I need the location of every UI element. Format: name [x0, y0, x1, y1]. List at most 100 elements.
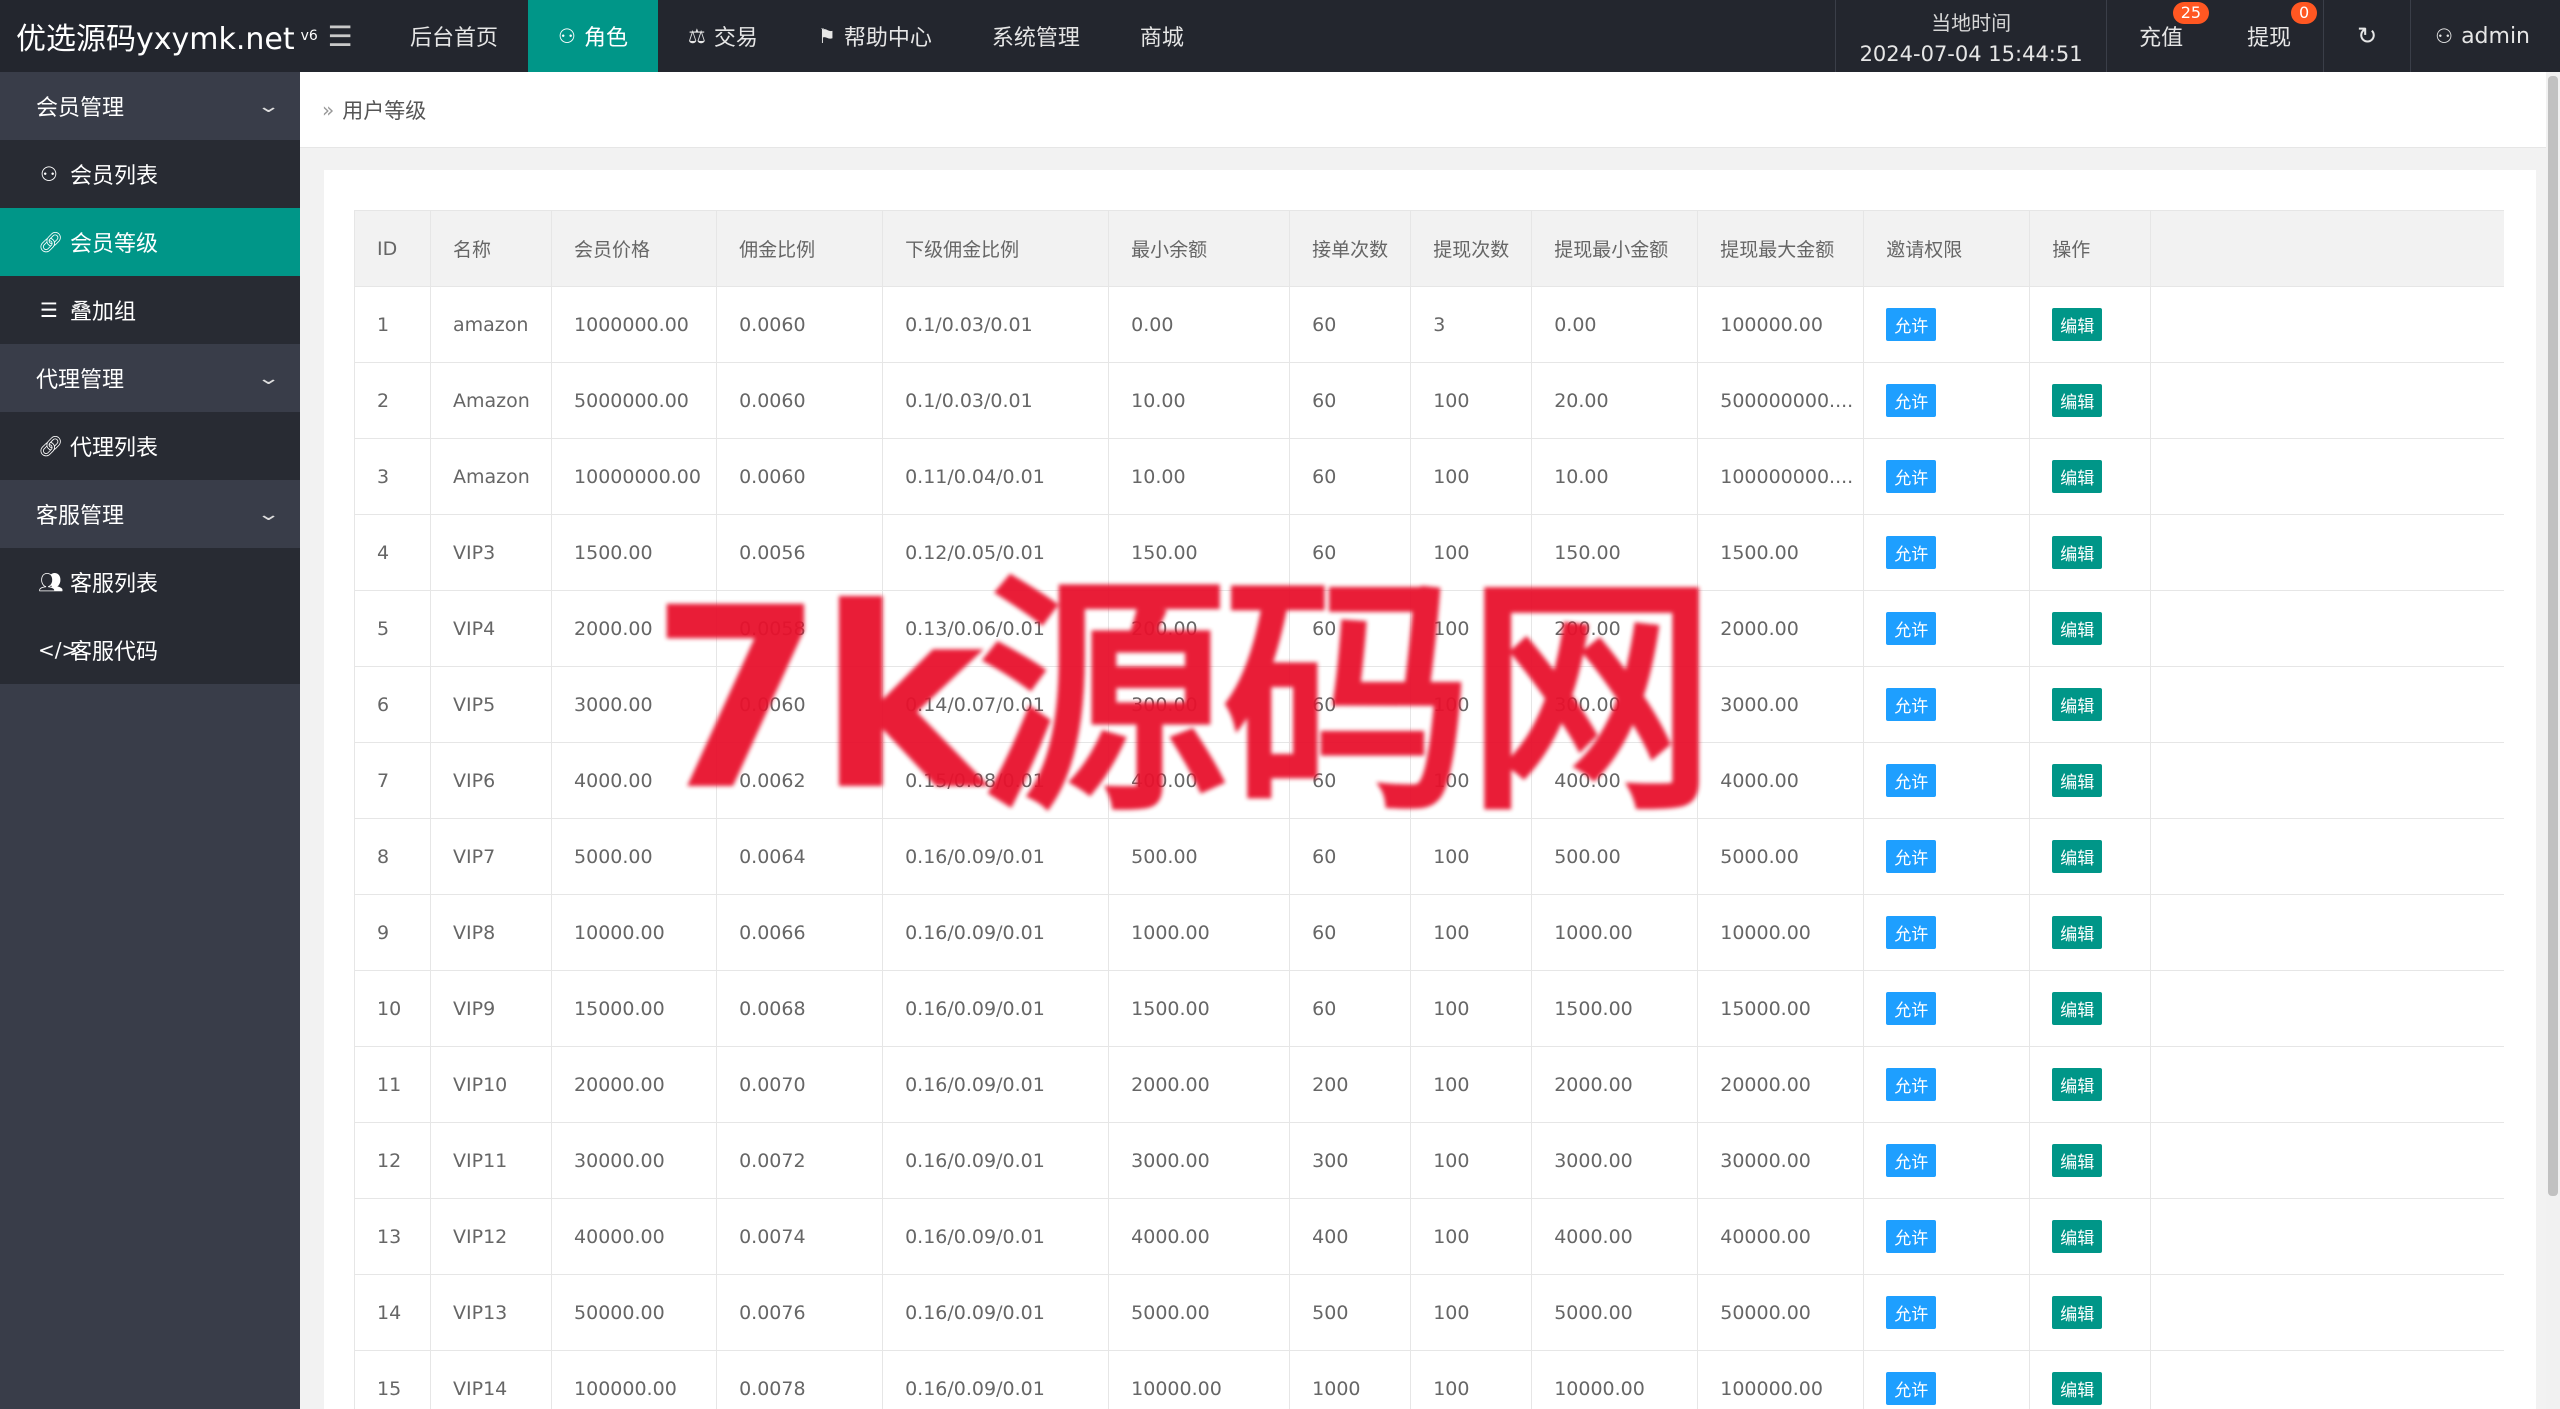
cell-actions: 编辑 — [2029, 1122, 2152, 1199]
cell-name: VIP14 — [430, 1350, 553, 1409]
user-menu[interactable]: ⚇ admin — [2411, 0, 2560, 72]
edit-button[interactable]: 编辑 — [2052, 1372, 2103, 1405]
nav-item-help[interactable]: ⚑ 帮助中心 — [788, 0, 962, 72]
cell-min-balance: 0.00 — [1108, 286, 1291, 363]
cell-invite: 允许 — [1863, 970, 2031, 1047]
edit-button[interactable]: 编辑 — [2052, 308, 2103, 341]
cell-blank — [2150, 970, 2504, 1047]
edit-button[interactable]: 编辑 — [2052, 840, 2103, 873]
edit-button[interactable]: 编辑 — [2052, 1144, 2103, 1177]
cell-sub-commission: 0.1/0.03/0.01 — [882, 286, 1110, 363]
edit-button[interactable]: 编辑 — [2052, 460, 2103, 493]
edit-button[interactable]: 编辑 — [2052, 536, 2103, 569]
allow-button[interactable]: 允许 — [1886, 308, 1937, 341]
cell-name: VIP3 — [430, 514, 553, 591]
nav-item-system[interactable]: 系统管理 — [962, 0, 1110, 72]
edit-button[interactable]: 编辑 — [2052, 1068, 2103, 1101]
edit-button[interactable]: 编辑 — [2052, 612, 2103, 645]
cell-sub-commission: 0.16/0.09/0.01 — [882, 1046, 1110, 1123]
chevron-down-icon: ⌄ — [256, 95, 281, 117]
cell-price: 100000.00 — [551, 1350, 718, 1409]
cell-withdraw-min: 1500.00 — [1531, 970, 1699, 1047]
vertical-scrollbar[interactable] — [2546, 72, 2560, 1409]
logo[interactable]: 优选源码yxymk.net v6 — [0, 0, 318, 72]
edit-button[interactable]: 编辑 — [2052, 688, 2103, 721]
sidebar-item-stack-group[interactable]: ☰ 叠加组 — [0, 276, 300, 344]
cell-id: 11 — [353, 1046, 432, 1123]
recharge-button[interactable]: 充值 25 — [2107, 0, 2215, 72]
cell-name: VIP8 — [430, 894, 553, 971]
cell-blank — [2150, 590, 2504, 667]
edit-button[interactable]: 编辑 — [2052, 992, 2103, 1025]
cell-blank — [2150, 1046, 2504, 1123]
cell-sub-commission: 0.16/0.09/0.01 — [882, 894, 1110, 971]
nav-item-shop[interactable]: 商城 — [1110, 0, 1214, 72]
edit-button[interactable]: 编辑 — [2052, 916, 2103, 949]
allow-button[interactable]: 允许 — [1886, 1220, 1937, 1253]
sidebar-group-member[interactable]: 会员管理 ⌄ — [0, 72, 300, 140]
scrollbar-thumb[interactable] — [2548, 76, 2558, 1196]
sidebar-group-cs[interactable]: 客服管理 ⌄ — [0, 480, 300, 548]
sidebar-item-member-level[interactable]: 🔗︎ 会员等级 — [0, 208, 300, 276]
allow-button[interactable]: 允许 — [1886, 1372, 1937, 1405]
nav-item-label: 交易 — [713, 26, 758, 51]
sidebar-group-agent[interactable]: 代理管理 ⌄ — [0, 344, 300, 412]
edit-button[interactable]: 编辑 — [2052, 1220, 2103, 1253]
user-icon: ⚇ — [2435, 24, 2454, 48]
edit-button[interactable]: 编辑 — [2052, 764, 2103, 797]
edit-button[interactable]: 编辑 — [2052, 1296, 2103, 1329]
allow-button[interactable]: 允许 — [1886, 1296, 1937, 1329]
user-icon: ⚇ — [40, 162, 58, 186]
users-icon: 👥︎ — [38, 570, 64, 594]
cell-order-count: 60 — [1289, 970, 1412, 1047]
cell-withdraw-count: 100 — [1410, 1198, 1533, 1275]
cell-name: VIP10 — [430, 1046, 553, 1123]
allow-button[interactable]: 允许 — [1886, 1068, 1937, 1101]
user-icon: ⚇ — [558, 24, 576, 48]
cell-invite: 允许 — [1863, 1046, 2031, 1123]
sidebar-item-member-list[interactable]: ⚇ 会员列表 — [0, 140, 300, 208]
allow-button[interactable]: 允许 — [1886, 916, 1937, 949]
edit-button[interactable]: 编辑 — [2052, 384, 2103, 417]
allow-button[interactable]: 允许 — [1886, 384, 1937, 417]
cell-order-count: 400 — [1289, 1198, 1412, 1275]
cell-price: 50000.00 — [551, 1274, 718, 1351]
link-icon: 🔗︎ — [38, 230, 64, 254]
cell-actions: 编辑 — [2029, 1198, 2152, 1275]
cell-name: VIP4 — [430, 590, 553, 667]
cell-min-balance: 1000.00 — [1108, 894, 1291, 971]
menu-toggle-button[interactable]: ☰ — [300, 0, 380, 72]
cell-name: VIP12 — [430, 1198, 553, 1275]
allow-button[interactable]: 允许 — [1886, 460, 1937, 493]
sidebar-item-cs-list[interactable]: 👥︎ 客服列表 — [0, 548, 300, 616]
col-header-blank — [2150, 210, 2504, 287]
nav-item-role[interactable]: ⚇ 角色 — [528, 0, 658, 72]
allow-button[interactable]: 允许 — [1886, 1144, 1937, 1177]
allow-button[interactable]: 允许 — [1886, 992, 1937, 1025]
cell-blank — [2150, 894, 2504, 971]
table-row: 14 VIP13 50000.00 0.0076 0.16/0.09/0.01 5000.… — [353, 1274, 2504, 1351]
cell-name: amazon — [430, 286, 553, 363]
cell-withdraw-min: 20.00 — [1531, 362, 1699, 439]
cell-actions: 编辑 — [2029, 286, 2152, 363]
sidebar-item-agent-list[interactable]: 🔗︎ 代理列表 — [0, 412, 300, 480]
breadcrumb: » 用户等级 — [300, 72, 2560, 148]
sidebar-item-label: 会员等级 — [70, 232, 159, 257]
cell-order-count: 500 — [1289, 1274, 1412, 1351]
cell-order-count: 60 — [1289, 286, 1412, 363]
cell-id: 2 — [353, 362, 432, 439]
sidebar-item-cs-code[interactable]: </> 客服代码 — [0, 616, 300, 684]
cell-order-count: 60 — [1289, 894, 1412, 971]
cell-actions: 编辑 — [2029, 1046, 2152, 1123]
withdraw-button[interactable]: 提现 0 — [2215, 0, 2323, 72]
cell-order-count: 300 — [1289, 1122, 1412, 1199]
cell-id: 4 — [353, 514, 432, 591]
nav-item-trade[interactable]: ⚖ 交易 — [658, 0, 788, 72]
table-row: 10 VIP9 15000.00 0.0068 0.16/0.09/0.01 1500.0… — [353, 970, 2504, 1047]
nav-item-home[interactable]: 后台首页 — [380, 0, 528, 72]
cell-id: 1 — [353, 286, 432, 363]
refresh-button[interactable]: ↻ — [2324, 0, 2410, 72]
cell-name: Amazon — [430, 438, 553, 515]
cell-sub-commission: 0.16/0.09/0.01 — [882, 1122, 1110, 1199]
cell-min-balance: 5000.00 — [1108, 1274, 1291, 1351]
